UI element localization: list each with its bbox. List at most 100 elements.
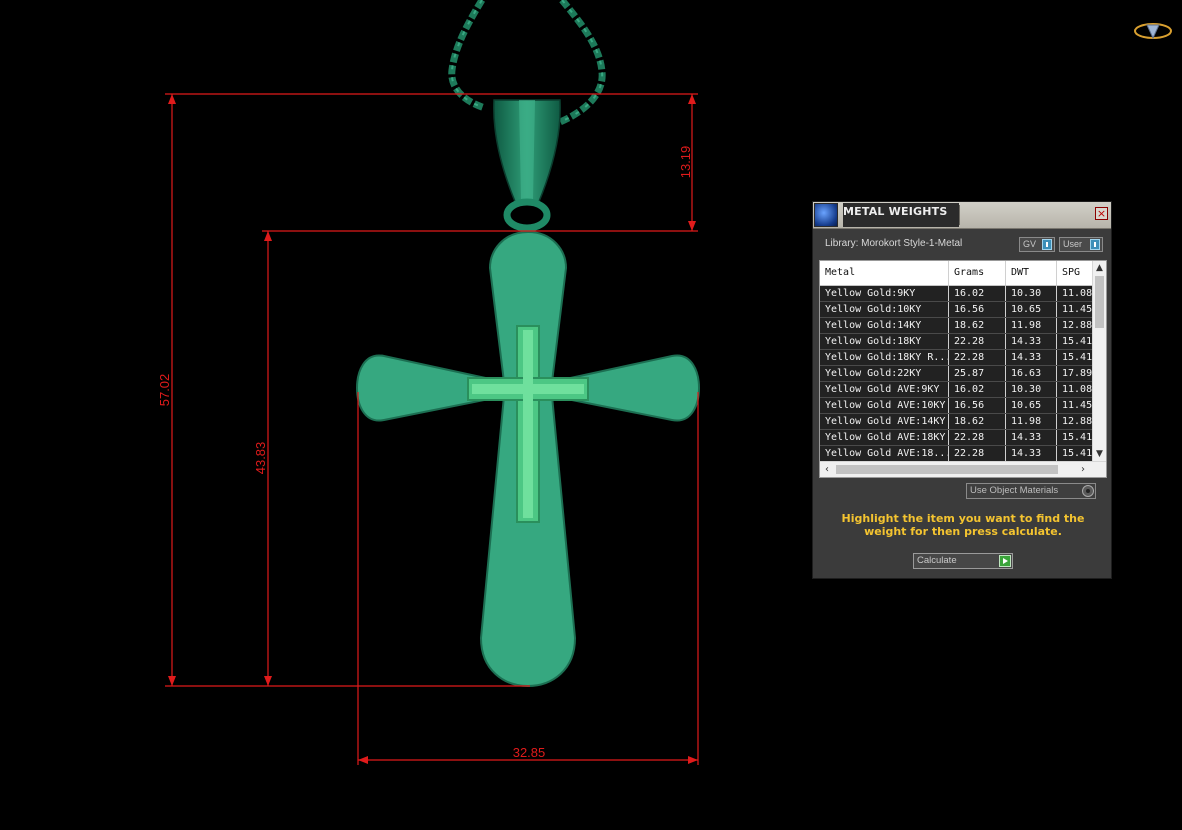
dimension-lines (165, 93, 699, 765)
table-body: Yellow Gold:9KY 16.02 10.30 11.08 Yellow Gol… (820, 286, 1094, 462)
cell-dwt: 14.33 (1006, 334, 1057, 349)
cell-metal: Yellow Gold AVE:9KY (820, 382, 949, 397)
cell-grams: 16.02 (949, 382, 1006, 397)
panel-title-container: METAL WEIGHTS (843, 203, 959, 227)
table-row[interactable]: Yellow Gold:9KY 16.02 10.30 11.08 (820, 286, 1094, 302)
app-logo-icon[interactable] (1133, 21, 1173, 41)
dim-total-height: 57.02 (157, 374, 172, 407)
table-row[interactable]: Yellow Gold AVE:9KY 16.02 10.30 11.08 (820, 382, 1094, 398)
table-row[interactable]: Yellow Gold:18KY R... 22.28 14.33 15.41 (820, 350, 1094, 366)
metal-weights-panel: METAL WEIGHTS × Library: Morokort Style-… (812, 201, 1112, 579)
cell-dwt: 16.63 (1006, 366, 1057, 381)
cell-dwt: 14.33 (1006, 350, 1057, 365)
table-header: Metal Grams DWT SPG (820, 261, 1094, 286)
col-header-grams[interactable]: Grams (949, 261, 1006, 285)
user-toggle[interactable]: User (1059, 237, 1103, 252)
pendant-bail (493, 99, 561, 232)
cross-pendant (355, 230, 701, 688)
title-separator (959, 205, 960, 225)
cell-dwt: 10.65 (1006, 302, 1057, 317)
user-toggle-label: User (1063, 239, 1083, 249)
dimension-arrows (168, 94, 698, 764)
cell-metal: Yellow Gold AVE:14KY (820, 414, 949, 429)
cell-dwt: 14.33 (1006, 430, 1057, 445)
use-object-materials-label: Use Object Materials (970, 485, 1059, 496)
cell-spg: 15.41 (1062, 352, 1093, 363)
gv-toggle-label: GV (1023, 239, 1037, 249)
cell-spg: 11.08 (1062, 384, 1093, 395)
gv-toggle[interactable]: GV (1019, 237, 1055, 252)
table-row[interactable]: Yellow Gold AVE:18... 22.28 14.33 15.41 (820, 446, 1094, 462)
cell-dwt: 11.98 (1006, 318, 1057, 333)
calculate-button[interactable]: Calculate (913, 553, 1013, 569)
play-arrow-icon (999, 555, 1011, 567)
cell-dwt: 10.30 (1006, 286, 1057, 301)
cell-grams: 22.28 (949, 446, 1006, 461)
cell-metal: Yellow Gold:9KY (820, 286, 949, 301)
scroll-up-icon[interactable]: ▲ (1093, 261, 1106, 275)
cell-metal: Yellow Gold AVE:18... (820, 446, 949, 461)
cell-metal: Yellow Gold:14KY (820, 318, 949, 333)
scroll-down-icon[interactable]: ▼ (1093, 447, 1106, 461)
cell-grams: 16.56 (949, 398, 1006, 413)
table-row[interactable]: Yellow Gold:10KY 16.56 10.65 11.45 (820, 302, 1094, 318)
col-header-dwt[interactable]: DWT (1006, 261, 1057, 285)
table-row[interactable]: Yellow Gold AVE:18KY 22.28 14.33 15.41 (820, 430, 1094, 446)
cell-metal: Yellow Gold:18KY R... (820, 350, 949, 365)
cell-dwt: 10.30 (1006, 382, 1057, 397)
cell-grams: 16.02 (949, 286, 1006, 301)
scroll-thumb[interactable] (1095, 276, 1104, 328)
cell-metal: Yellow Gold AVE:18KY (820, 430, 949, 445)
cell-spg: 15.41 (1062, 448, 1093, 459)
col-header-metal[interactable]: Metal (820, 261, 949, 285)
cell-grams: 22.28 (949, 430, 1006, 445)
table-row[interactable]: Yellow Gold:14KY 18.62 11.98 12.88 (820, 318, 1094, 334)
horizontal-scrollbar[interactable]: ‹ › (820, 461, 1106, 477)
metal-scale-icon (814, 203, 838, 227)
toggle-knob-icon (1042, 239, 1052, 250)
table-row[interactable]: Yellow Gold AVE:10KY 16.56 10.65 11.45 (820, 398, 1094, 414)
cell-dwt: 10.65 (1006, 398, 1057, 413)
cell-spg: 15.41 (1062, 432, 1093, 443)
cell-grams: 16.56 (949, 302, 1006, 317)
calculate-label: Calculate (917, 555, 957, 566)
scroll-right-icon[interactable]: › (1076, 462, 1090, 477)
cell-spg: 11.45 (1062, 400, 1093, 411)
library-label: Library: Morokort Style-1-Metal (825, 238, 963, 249)
table-row[interactable]: Yellow Gold:18KY 22.28 14.33 15.41 (820, 334, 1094, 350)
panel-title: METAL WEIGHTS (843, 205, 948, 218)
cell-grams: 18.62 (949, 414, 1006, 429)
cell-spg: 17.89 (1062, 368, 1093, 379)
cell-metal: Yellow Gold:22KY (820, 366, 949, 381)
cell-spg: 12.88 (1062, 416, 1093, 427)
cell-metal: Yellow Gold:10KY (820, 302, 949, 317)
radio-icon[interactable] (1082, 485, 1094, 497)
cell-metal: Yellow Gold:18KY (820, 334, 949, 349)
cell-metal: Yellow Gold AVE:10KY (820, 398, 949, 413)
cell-grams: 25.87 (949, 366, 1006, 381)
cell-dwt: 14.33 (1006, 446, 1057, 461)
cell-spg: 11.08 (1062, 288, 1093, 299)
vertical-scrollbar[interactable]: ▲ ▼ (1092, 261, 1106, 461)
dim-cross-height: 43.83 (253, 442, 268, 475)
dim-bail-height: 13.19 (678, 146, 693, 179)
cell-grams: 22.28 (949, 334, 1006, 349)
table-row[interactable]: Yellow Gold:22KY 25.87 16.63 17.89 (820, 366, 1094, 382)
cell-spg: 11.45 (1062, 304, 1093, 315)
scroll-thumb-horizontal[interactable] (836, 465, 1058, 474)
use-object-materials-option[interactable]: Use Object Materials (966, 483, 1096, 499)
toggle-knob-icon (1090, 239, 1100, 250)
cell-grams: 18.62 (949, 318, 1006, 333)
table-row[interactable]: Yellow Gold AVE:14KY 18.62 11.98 12.88 (820, 414, 1094, 430)
metal-table[interactable]: Metal Grams DWT SPG Yellow Gold:9KY 16.02… (819, 260, 1107, 478)
scroll-left-icon[interactable]: ‹ (820, 462, 834, 477)
cell-dwt: 11.98 (1006, 414, 1057, 429)
close-button[interactable]: × (1095, 207, 1108, 220)
dim-cross-width: 32.85 (513, 745, 546, 760)
col-header-spg[interactable]: SPG (1057, 261, 1094, 285)
cell-spg: 12.88 (1062, 320, 1093, 331)
cell-grams: 22.28 (949, 350, 1006, 365)
instruction-text: Highlight the item you want to find the … (841, 512, 1085, 538)
panel-title-bar[interactable]: METAL WEIGHTS × (813, 202, 1111, 229)
cell-spg: 15.41 (1062, 336, 1093, 347)
